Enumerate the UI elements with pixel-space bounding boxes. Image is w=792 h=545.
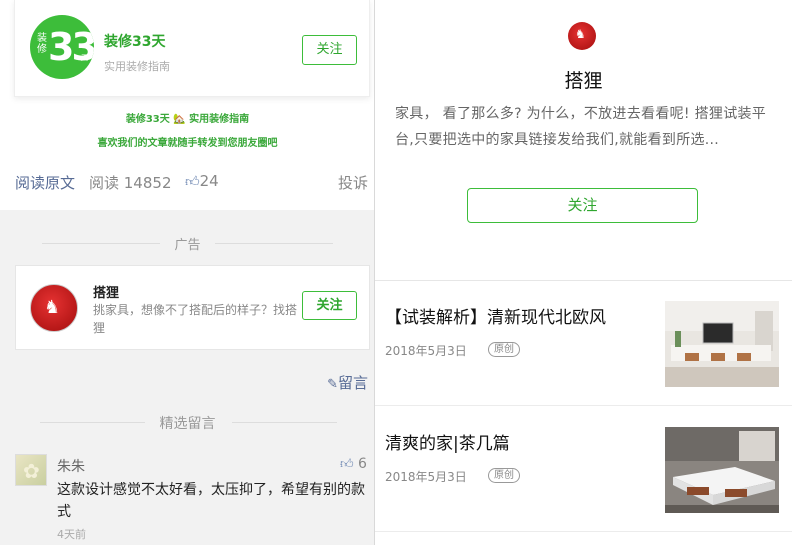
thumbs-up-icon: 👍︎ — [340, 457, 354, 472]
account-subtitle: 实用装修指南 — [104, 60, 170, 73]
profile-follow-button[interactable]: 关注 — [467, 188, 698, 223]
comment-time: 4天前 — [57, 528, 86, 541]
ad-logo: ♞ — [30, 284, 78, 332]
selected-comments-label: 精选留言 — [159, 416, 216, 432]
comment-text: 这款设计感觉不太好看，太压抑了，希望有别的款式 — [57, 482, 365, 520]
account-name: 装修33天 — [104, 34, 166, 50]
article-list-item[interactable]: 【试装解析】清新现代北欧风 2018年5月3日 原创 — [375, 281, 792, 406]
ad-card[interactable]: ♞ 搭狸 挑家具，想像不了搭配后的样子？找搭狸 关注 — [15, 265, 370, 350]
slogan-line-1: 装修33天 🏡 实用装修指南 — [125, 114, 250, 125]
article-thumbnail — [665, 301, 779, 387]
article-date: 2018年5月3日 — [385, 344, 467, 358]
ad-follow-button[interactable]: 关注 — [302, 291, 357, 320]
chair-icon: ♞ — [44, 297, 61, 318]
article-thumbnail — [665, 427, 779, 513]
read-count: 阅读 14852 — [89, 174, 172, 192]
avatar[interactable]: ✿ — [15, 454, 47, 486]
comment-link-label: 留言 — [337, 374, 368, 392]
comment-author: 朱朱 — [57, 459, 85, 475]
profile-name: 搭狸 — [564, 70, 603, 92]
ad-description: 挑家具，想像不了搭配后的样子？找搭狸 — [93, 303, 298, 335]
profile-logo: ♞ — [568, 22, 596, 50]
article-date: 2018年5月3日 — [385, 470, 467, 484]
logo-tiny-text: 天 — [81, 54, 88, 62]
write-comment-link[interactable]: ✎留言 — [327, 372, 368, 393]
chair-icon: ♞ — [575, 27, 586, 41]
profile-description: 家具， 看了那么多? 为什么，不放进去看看呢! 搭狸试装平台,只要把选中的家具链… — [395, 106, 767, 148]
original-badge: 原创 — [488, 468, 520, 483]
article-page-panel: 装修 33 天 装修33天 实用装修指南 关注 装修33天 🏡 实用装修指南 喜… — [0, 0, 375, 545]
pencil-icon: ✎ — [327, 377, 338, 392]
like-button[interactable]: 👍︎24 — [185, 172, 219, 190]
flower-icon: ✿ — [23, 459, 40, 483]
account-profile-panel: ♞ 搭狸 家具， 看了那么多? 为什么，不放进去看看呢! 搭狸试装平台,只要把选… — [375, 0, 792, 545]
ad-name: 搭狸 — [93, 286, 120, 301]
read-original-link[interactable]: 阅读原文 — [15, 172, 75, 193]
slogan-line-2: 喜欢我们的文章就随手转发到您朋友圈吧 — [97, 138, 278, 149]
article-list-item[interactable]: 清爽的家|茶几篇 2018年5月3日 原创 — [375, 407, 792, 532]
article-title: 【试装解析】清新现代北欧风 — [385, 308, 606, 328]
comment-like-button[interactable]: 👍︎ 6 — [340, 456, 367, 472]
like-count: 24 — [199, 172, 219, 190]
report-link[interactable]: 投诉 — [338, 172, 368, 193]
article-stats: 阅读原文 阅读 14852 👍︎24 投诉 — [15, 172, 374, 193]
thumbs-up-icon: 👍︎ — [185, 174, 200, 190]
account-card[interactable]: 装修 33 天 装修33天 实用装修指南 关注 — [14, 0, 370, 97]
comment-like-count: 6 — [358, 456, 367, 472]
divider — [215, 243, 333, 244]
article-title: 清爽的家|茶几篇 — [385, 434, 510, 454]
account-logo: 装修 33 天 — [30, 15, 94, 79]
follow-button[interactable]: 关注 — [302, 35, 357, 65]
original-badge: 原创 — [488, 342, 520, 357]
divider — [232, 422, 337, 423]
